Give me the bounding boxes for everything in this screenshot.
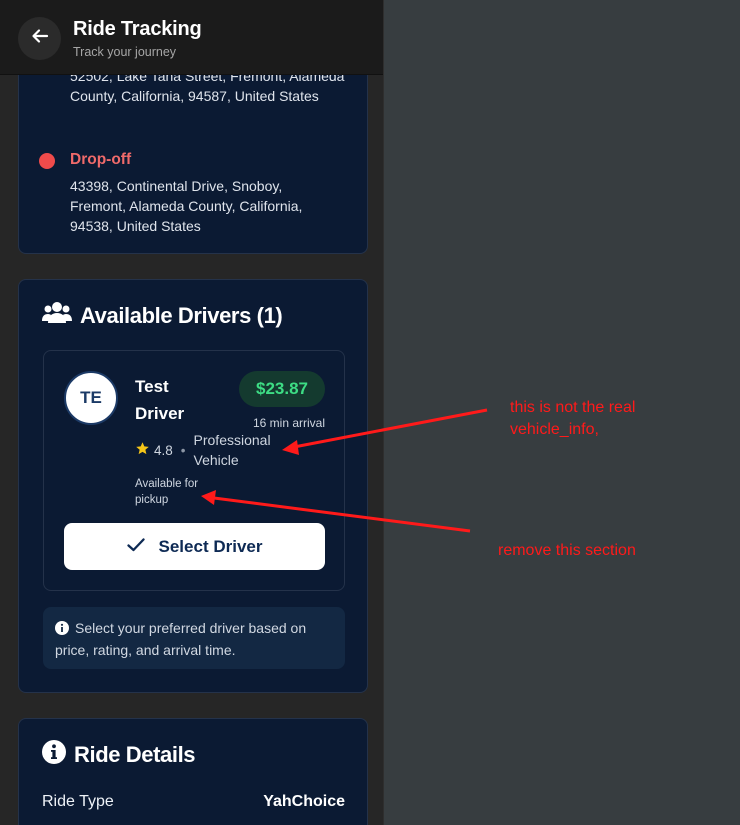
page-title: Ride Tracking [73,18,202,40]
page-subtitle: Track your journey [73,45,177,59]
dropoff-label: Drop-off [70,151,132,168]
avatar: TE [64,371,118,425]
ride-details-title: Ride Details [42,740,196,770]
driver-name: Test Driver [135,377,185,423]
vehicle-info: Professional Vehicle [193,432,271,468]
driver-selection-hint: Select your preferred driver based on pr… [43,607,345,669]
select-driver-label: Select Driver [158,536,263,556]
price-badge: $23.87 [239,371,325,407]
dropoff-address: 43398, Continental Drive, Snoboy, Fremon… [70,178,303,234]
drivers-section-title: Available Drivers (1) [42,301,283,331]
annotation-remove-note: remove this section [498,542,636,559]
annotation-vehicle-note: this is not the real vehicle_info, [510,399,636,438]
ride-type-label: Ride Type [42,793,114,810]
separator-dot: • [180,442,186,458]
rating-value: 4.8 [154,442,173,458]
info-circle-icon [42,740,74,770]
ride-details-card: Ride Details Ride Type YahChoice [18,718,368,825]
back-button[interactable] [18,17,61,60]
check-icon [126,537,159,557]
driver-card[interactable]: TE Test Driver $23.87 16 min arrival 4.8… [43,350,345,591]
availability-status: Available for pickup [135,478,199,506]
arrival-time: 16 min arrival [252,416,325,430]
rating-row: 4.8 • Professional Vehicle [135,430,284,470]
arrow-left-icon [31,28,49,49]
dropoff-marker-icon [39,153,55,169]
app-panel: 52502, Lake Tana Street, Fremont, Alamed… [0,0,384,825]
star-icon [135,441,150,459]
users-icon [42,301,80,331]
app-header: Ride Tracking Track your journey [0,0,383,75]
ride-type-row: Ride Type YahChoice [42,793,345,811]
select-driver-button[interactable]: Select Driver [64,523,325,570]
ride-details-title-text: Ride Details [74,742,196,767]
ride-type-value: YahChoice [263,793,345,810]
hint-text: Select your preferred driver based on pr… [55,620,307,658]
info-icon [55,620,69,640]
drivers-title-text: Available Drivers (1) [80,303,283,328]
available-drivers-card: Available Drivers (1) TE Test Driver $23… [18,279,368,693]
